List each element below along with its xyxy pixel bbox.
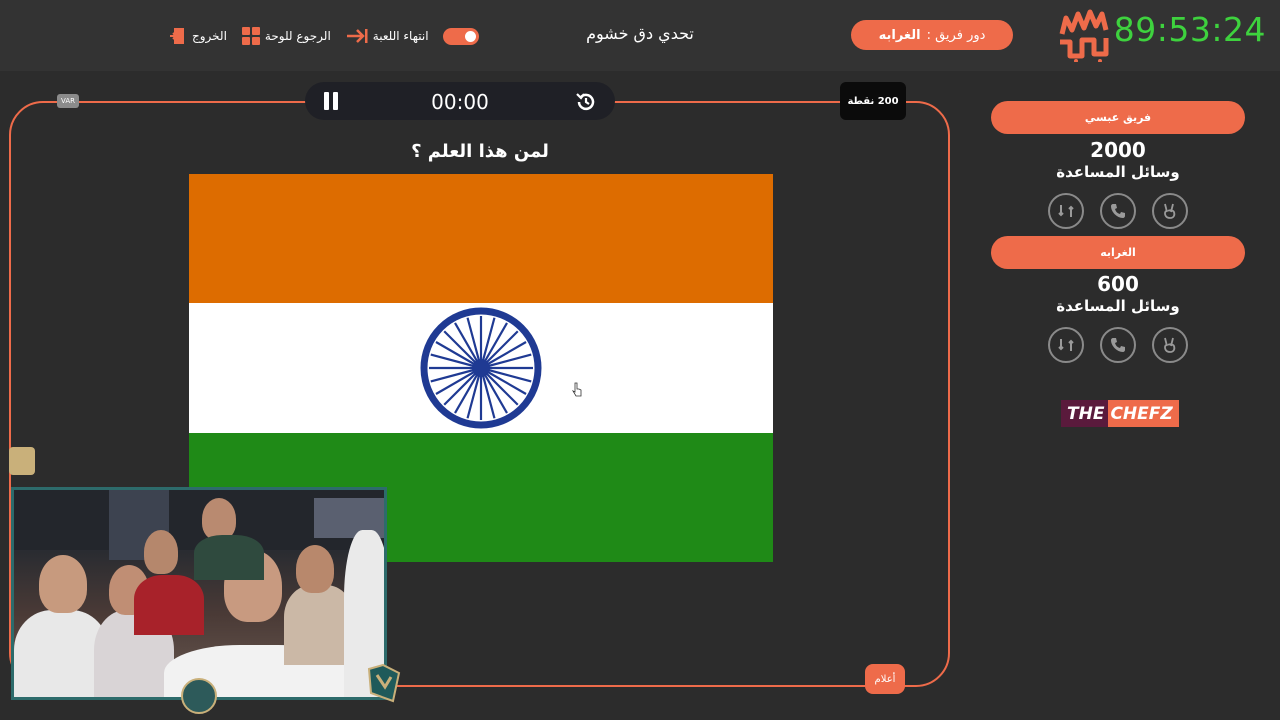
end-game-button[interactable]: انتهاء اللعبة <box>345 26 429 46</box>
ashoka-chakra-icon <box>420 307 542 429</box>
restart-icon[interactable] <box>574 90 598 114</box>
turn-team: الغرابه <box>878 27 921 43</box>
var-button[interactable]: VAR <box>57 94 79 108</box>
top-actions: الخروج الرجوع للوحة انتهاء اللعبة <box>168 24 479 48</box>
person-head <box>144 530 178 574</box>
seen-jeem-logo <box>1059 9 1109 62</box>
swap-icon[interactable] <box>1048 193 1084 229</box>
exit-door-icon <box>170 28 184 44</box>
sponsor-logo: THE CHEFZ <box>1061 400 1179 427</box>
corner-emblem-icon <box>367 663 401 703</box>
person-head <box>296 545 334 593</box>
person-head <box>202 498 236 540</box>
team-1-score: 2000 <box>1090 138 1146 162</box>
person-body <box>134 575 204 635</box>
phone-icon[interactable] <box>1100 193 1136 229</box>
team-1-aids-label: وسائل المساعدة <box>1056 163 1180 181</box>
back-to-board-label: الرجوع للوحة <box>264 29 331 43</box>
team-1-aids <box>1048 193 1188 229</box>
top-bar: الخروج الرجوع للوحة انتهاء اللعبة تحدي د… <box>0 0 1280 71</box>
emblem-badge-icon <box>181 678 217 714</box>
exit-button[interactable]: الخروج <box>168 26 227 46</box>
flag-band-top <box>189 174 773 304</box>
countdown-controls: 00:00 <box>305 82 615 120</box>
swap-icon[interactable] <box>1048 327 1084 363</box>
person-head <box>39 555 87 613</box>
crown-icon <box>9 447 35 475</box>
exit-label: الخروج <box>192 29 227 43</box>
sponsor-part-1: THE <box>1061 400 1109 427</box>
flag-band-middle <box>189 303 773 433</box>
sponsor-part-2: CHEFZ <box>1108 400 1179 427</box>
team-2-aids-label: وسائل المساعدة <box>1056 297 1180 315</box>
question-text: لمن هذا العلم ؟ <box>411 141 549 162</box>
countdown-time: 00:00 <box>431 90 489 114</box>
mouse-cursor-icon <box>571 382 582 397</box>
team-2-name: الغرابه <box>991 236 1245 269</box>
end-game-label: انتهاء اللعبة <box>372 29 429 43</box>
points-badge: 200 نقطة <box>840 82 906 120</box>
phone-icon[interactable] <box>1100 327 1136 363</box>
back-to-board-button[interactable]: الرجوع للوحة <box>241 26 331 46</box>
turn-label: دور فريق : <box>926 27 986 43</box>
team-turn-badge: دور فريق : الغرابه <box>851 20 1013 50</box>
person-body <box>194 535 264 580</box>
peace-hand-icon[interactable] <box>1152 193 1188 229</box>
arrow-left-icon <box>346 29 368 43</box>
webcam-overlay <box>11 487 387 700</box>
category-badge: أعلام <box>865 664 905 694</box>
grid-icon <box>241 27 260 45</box>
team-2-aids <box>1048 327 1188 363</box>
team-2-score: 600 <box>1097 272 1139 296</box>
toggle-icon[interactable] <box>442 27 479 45</box>
peace-hand-icon[interactable] <box>1152 327 1188 363</box>
game-title: تحدي دق خشوم <box>586 24 694 43</box>
team-1-name: فريق عبسي <box>991 101 1245 134</box>
game-timer: 89:53:24 <box>1113 10 1266 49</box>
